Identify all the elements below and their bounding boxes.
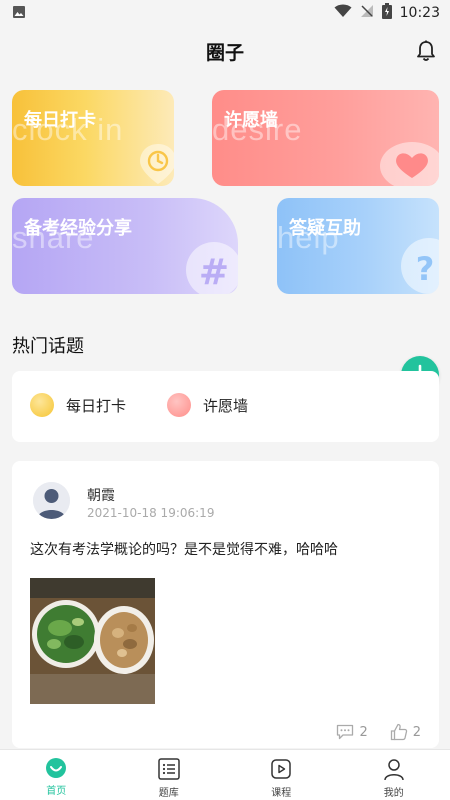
bottom-tab-bar: 首页 题库 课程 我的: [0, 749, 450, 800]
like-count: 2: [412, 724, 421, 740]
svg-text:#: #: [199, 252, 229, 293]
card-qa-help[interactable]: help 答疑互助 ?: [277, 198, 439, 294]
page-title: 圈子: [205, 41, 244, 64]
user-icon: [384, 759, 404, 781]
hot-topics-panel: 每日打卡 许愿墙: [12, 371, 439, 442]
post-photo[interactable]: [30, 578, 155, 704]
home-icon: [46, 758, 67, 778]
tab-label: 题库: [158, 788, 179, 799]
tab-question-bank[interactable]: 题库: [113, 750, 226, 800]
topic-wish-wall[interactable]: 许愿墙: [167, 393, 248, 417]
comment-count: 2: [359, 724, 368, 740]
topic-label: 每日打卡: [66, 396, 127, 415]
tab-label: 我的: [383, 788, 404, 799]
question-bubble-icon: ?: [399, 236, 439, 294]
tab-courses[interactable]: 课程: [225, 750, 338, 800]
tab-label: 课程: [271, 788, 292, 799]
card-exam-experience[interactable]: share 备考经验分享 #: [12, 198, 238, 294]
hot-topics-title: 热门话题: [12, 336, 84, 357]
post-card[interactable]: 朝霞 2021-10-18 19:06:19 这次有考法学概论的吗？是不是觉得不…: [12, 461, 439, 748]
card-label: 备考经验分享: [24, 218, 132, 239]
card-label: 答疑互助: [289, 218, 361, 239]
bell-icon[interactable]: [414, 39, 438, 63]
card-daily-checkin[interactable]: clock in 每日打卡: [12, 90, 174, 186]
gallery-notification-icon: [12, 4, 26, 23]
tab-home[interactable]: 首页: [0, 750, 113, 800]
avatar[interactable]: [33, 482, 70, 519]
clock-pin-icon: [138, 142, 174, 186]
tab-profile[interactable]: 我的: [338, 750, 450, 800]
status-time: 10:23: [399, 5, 440, 21]
battery-icon: [381, 3, 392, 23]
hashtag-bubble-icon: #: [182, 240, 238, 294]
heart-bubble-icon: [378, 136, 439, 186]
app-header: 圈子: [0, 26, 450, 76]
post-content: 这次有考法学概论的吗？是不是觉得不难，哈哈哈: [30, 542, 338, 558]
wifi-icon: [334, 4, 352, 22]
post-author[interactable]: 朝霞: [87, 485, 115, 505]
post-timestamp: 2021-10-18 19:06:19: [87, 506, 215, 520]
status-icons: 10:23: [334, 3, 440, 23]
status-bar: 10:23: [0, 0, 450, 26]
topic-daily-checkin[interactable]: 每日打卡: [30, 393, 126, 417]
comment-stat[interactable]: 2: [336, 724, 368, 740]
topic-label: 许愿墙: [203, 396, 249, 415]
play-video-icon: [271, 759, 291, 779]
topic-checkin-icon: [30, 393, 54, 417]
post-stats: 2 2: [336, 723, 421, 741]
like-stat[interactable]: 2: [390, 723, 421, 741]
tab-label: 首页: [46, 786, 67, 797]
comment-icon: [337, 724, 354, 740]
topic-wish-icon: [167, 393, 191, 417]
card-wish-wall[interactable]: desire 许愿墙: [212, 90, 439, 186]
no-signal-icon: [360, 4, 374, 22]
svg-text:?: ?: [416, 250, 435, 288]
user-avatar-icon: [33, 482, 70, 519]
card-label: 许愿墙: [224, 110, 278, 131]
thumbs-up-icon: [390, 723, 407, 741]
list-icon: [158, 758, 180, 780]
card-label: 每日打卡: [24, 110, 96, 131]
